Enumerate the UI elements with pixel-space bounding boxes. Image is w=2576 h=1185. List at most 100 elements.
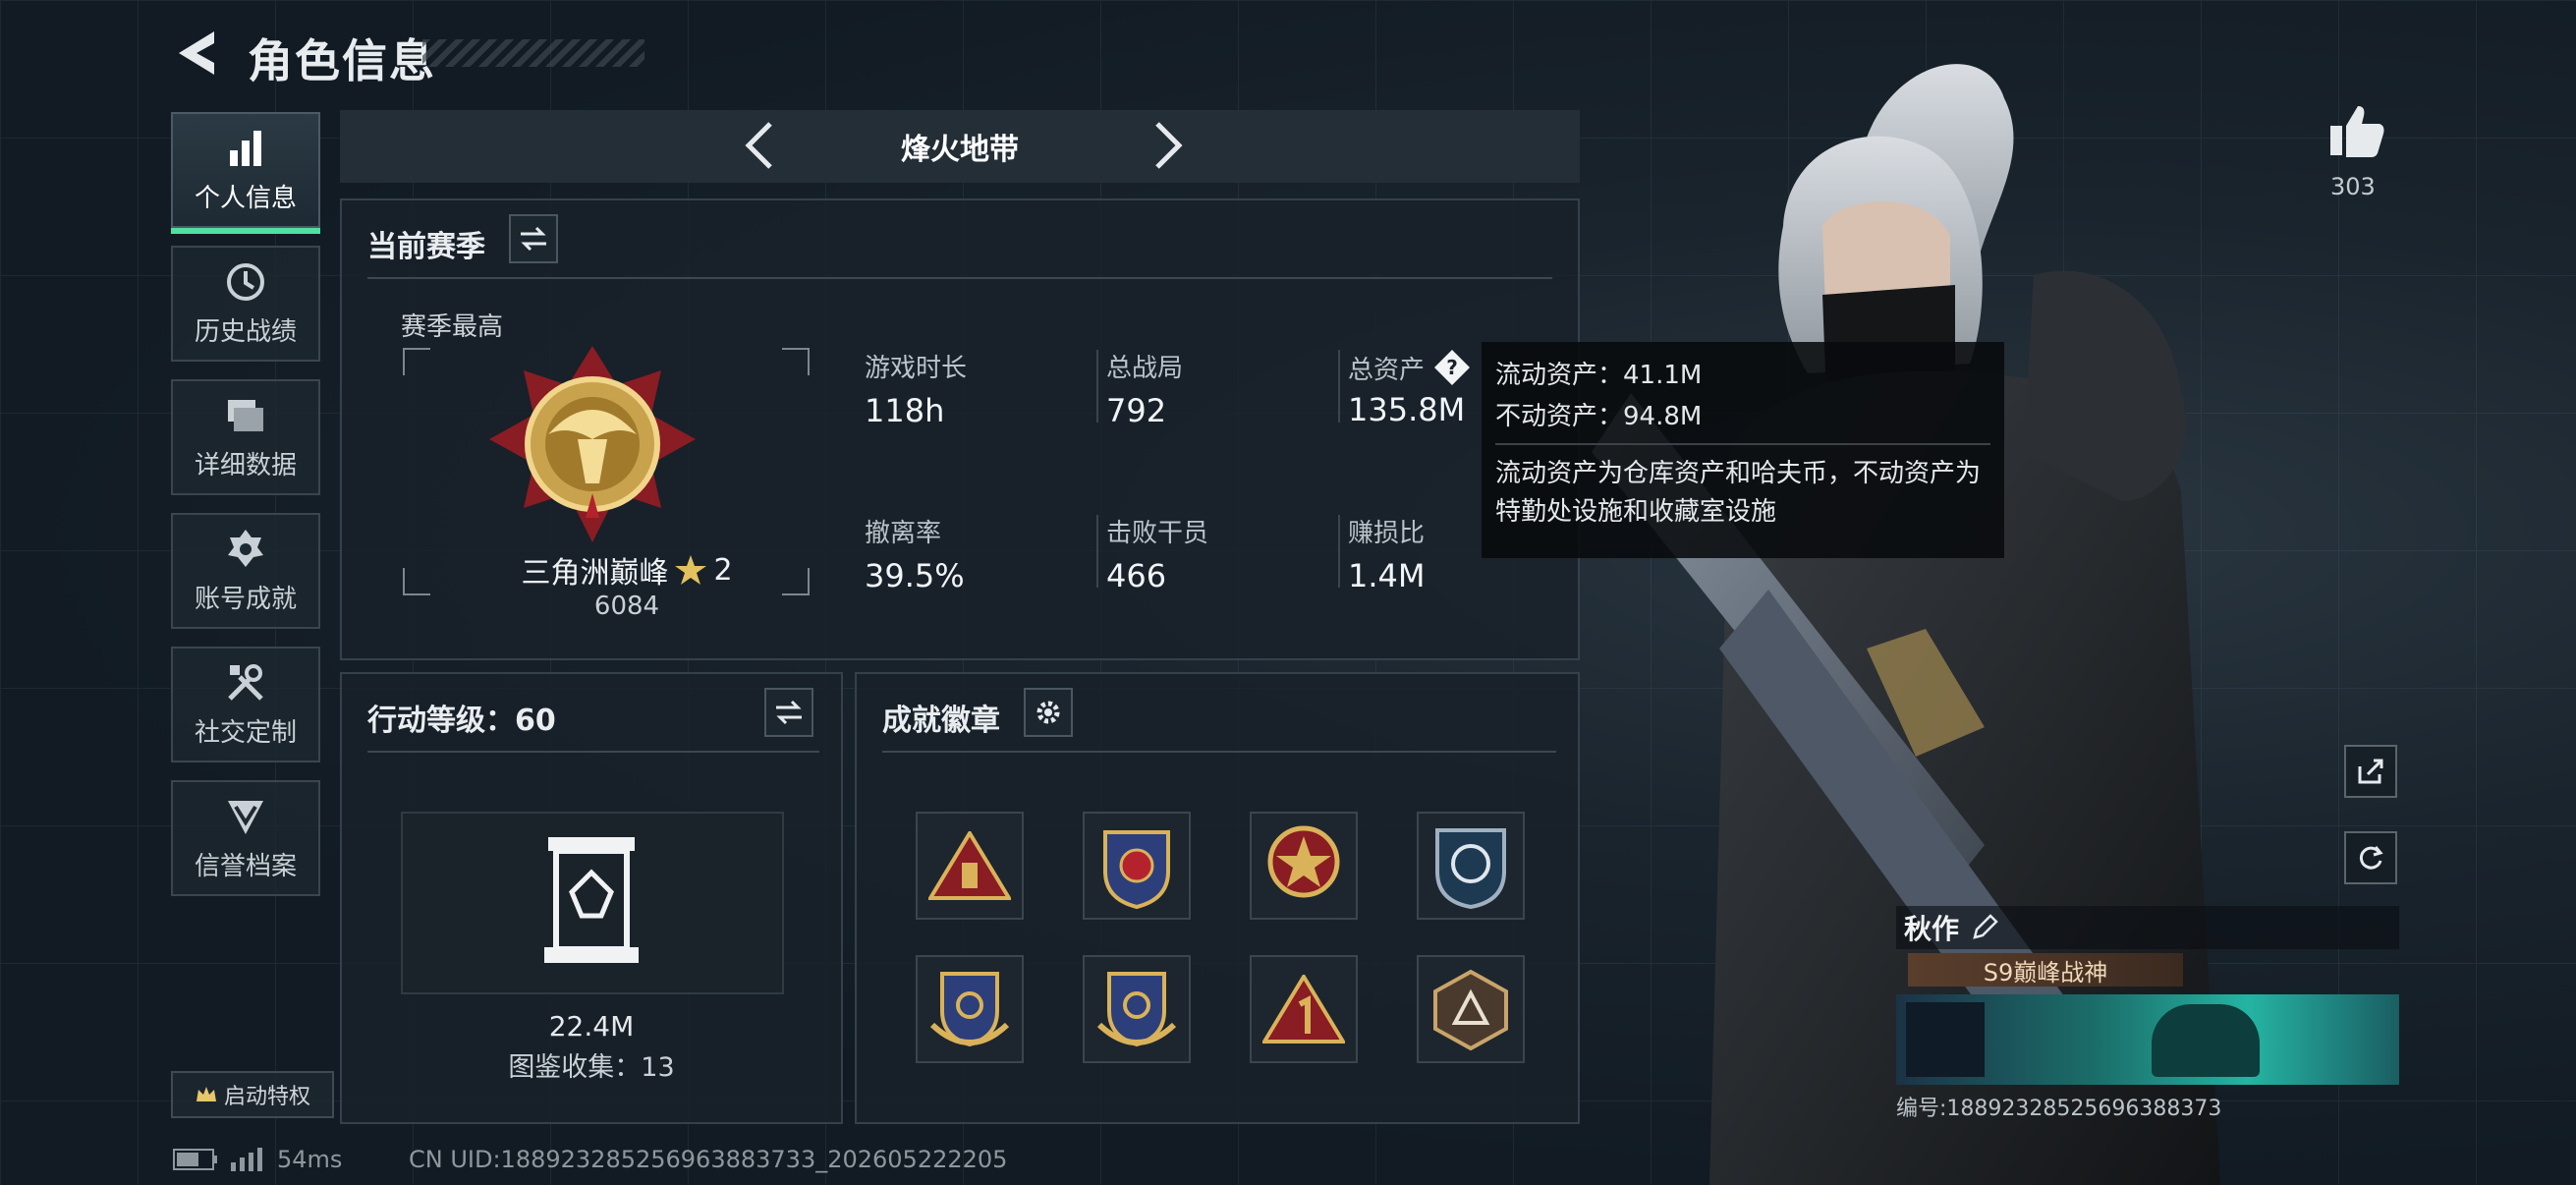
star-icon xyxy=(675,555,707,585)
stat-operators-defeated: 击败干员 466 xyxy=(1106,513,1208,594)
star-medal-icon xyxy=(1267,825,1340,898)
badge-slot[interactable] xyxy=(916,812,1024,920)
mode-prev-arrow-icon[interactable] xyxy=(735,118,790,173)
sidebar-item-label: 账号成就 xyxy=(194,584,297,614)
stat-profit-ratio: 赚损比 1.4M xyxy=(1348,513,1426,594)
mode-next-arrow-icon[interactable] xyxy=(1138,118,1193,173)
bar-chart-icon xyxy=(230,130,261,166)
svg-text:?: ? xyxy=(1446,356,1458,379)
rank-title-banner: S9巅峰战神 xyxy=(1908,953,2183,987)
level-panel: 行动等级：60 22.4M 图鉴收集：13 xyxy=(340,672,843,1124)
thumbs-up-icon[interactable] xyxy=(2328,102,2385,159)
divider xyxy=(367,751,819,753)
sidebar-item-credit[interactable]: 信誉档案 xyxy=(171,780,320,896)
gear-icon xyxy=(1036,701,1060,724)
season-best-label: 赛季最高 xyxy=(401,312,504,342)
badge-slot[interactable] xyxy=(1250,955,1358,1063)
frame-corner xyxy=(782,568,810,595)
badge-slot[interactable] xyxy=(916,955,1024,1063)
stat-value: 39.5% xyxy=(865,557,965,594)
title-decoration xyxy=(422,39,644,67)
tooltip-divider xyxy=(1495,443,1990,446)
badge-slot[interactable] xyxy=(1250,812,1358,920)
tooltip-description: 流动资产为仓库资产和哈夫币，不动资产为特勤处设施和收藏室设施 xyxy=(1495,459,1982,528)
rank-stars: 2 xyxy=(713,552,733,588)
player-id: 编号:18892328525696388373 xyxy=(1896,1097,2222,1121)
stat-extraction-rate: 撤离率 39.5% xyxy=(865,513,965,594)
wing-shield-badge-icon xyxy=(1096,972,1177,1047)
season-switch-button[interactable] xyxy=(509,214,558,263)
status-bar: 54ms xyxy=(173,1146,342,1173)
profile-banner-image xyxy=(1896,994,2399,1085)
frame-corner xyxy=(403,568,430,595)
badges-title: 成就徽章 xyxy=(882,704,1000,738)
stat-value: 1.4M xyxy=(1348,557,1426,594)
stack-icon xyxy=(228,399,263,431)
stat-separator xyxy=(1338,515,1340,588)
mode-selector: 烽火地带 xyxy=(340,110,1580,183)
sidebar-item-personal-info[interactable]: 个人信息 xyxy=(171,112,320,234)
divider xyxy=(882,751,1556,753)
mode-title: 烽火地带 xyxy=(901,133,1019,167)
eagle-shield-badge-icon xyxy=(1435,828,1506,909)
like-count: 303 xyxy=(2330,173,2376,200)
stat-label: 撤离率 xyxy=(865,519,942,548)
sidebar-item-label: 信誉档案 xyxy=(194,851,297,881)
badges-settings-button[interactable] xyxy=(1024,688,1073,737)
collection-case-icon xyxy=(544,837,639,963)
sidebar-item-achievements[interactable]: 账号成就 xyxy=(171,513,320,629)
privilege-button[interactable]: 启动特权 xyxy=(171,1071,334,1118)
badge-slot[interactable] xyxy=(1083,812,1191,920)
refresh-icon xyxy=(2359,846,2383,870)
frame-corner xyxy=(403,348,430,375)
wing-shield-badge-icon xyxy=(929,972,1010,1047)
swap-icon xyxy=(521,226,546,252)
stat-value: 135.8M xyxy=(1348,391,1466,428)
stat-label: 总战局 xyxy=(1106,354,1184,383)
badge-slot[interactable] xyxy=(1417,955,1525,1063)
refresh-button[interactable] xyxy=(2344,831,2397,884)
sidebar-item-social[interactable]: 社交定制 xyxy=(171,647,320,762)
stat-value: 466 xyxy=(1106,557,1167,594)
shield-chevron-icon xyxy=(228,800,263,834)
battery-icon xyxy=(173,1149,217,1170)
share-icon xyxy=(2358,759,2383,784)
collection-display[interactable] xyxy=(401,812,784,994)
rank-name-row: 三角洲巅峰 2 xyxy=(479,548,774,592)
season-title: 当前赛季 xyxy=(367,230,485,264)
number-one-badge-icon xyxy=(1262,975,1345,1044)
badges-panel: 成就徽章 xyxy=(855,672,1580,1124)
stat-play-time: 游戏时长 118h xyxy=(865,348,967,429)
assets-tooltip: 流动资产：41.1M 不动资产：94.8M 流动资产为仓库资产和哈夫币，不动资产… xyxy=(1482,342,2004,558)
sidebar-item-label: 历史战绩 xyxy=(194,316,297,347)
privilege-label: 启动特权 xyxy=(223,1085,310,1109)
signal-icon xyxy=(231,1148,262,1171)
medal-icon xyxy=(228,529,263,567)
badge-slot[interactable] xyxy=(1083,955,1191,1063)
banner-avatar xyxy=(1906,1002,1985,1077)
level-switch-button[interactable] xyxy=(764,688,813,737)
level-title: 行动等级：60 xyxy=(367,704,556,738)
sidebar-item-label: 个人信息 xyxy=(194,183,297,213)
collection-count: 图鉴收集：13 xyxy=(508,1052,675,1083)
sidebar-item-detailed-data[interactable]: 详细数据 xyxy=(171,379,320,495)
sidebar-item-history[interactable]: 历史战绩 xyxy=(171,246,320,362)
ping-value: 54ms xyxy=(277,1146,343,1173)
stat-total-assets: 总资产 ? 135.8M xyxy=(1348,348,1472,428)
share-button[interactable] xyxy=(2344,745,2397,798)
tooltip-fixed-assets: 不动资产：94.8M xyxy=(1495,401,1703,431)
help-icon[interactable]: ? xyxy=(1432,348,1472,387)
sidebar-item-label: 社交定制 xyxy=(194,717,297,748)
stat-total-matches: 总战局 792 xyxy=(1106,348,1183,429)
stat-value: 792 xyxy=(1106,392,1167,429)
profile-name-row: 秋作 xyxy=(1896,906,2399,949)
back-arrow-icon[interactable] xyxy=(173,28,222,79)
shield-badge-icon xyxy=(1103,830,1170,909)
badge-slot[interactable] xyxy=(1417,812,1525,920)
season-panel: 当前赛季 赛季最高 三角洲巅峰 2 6084 游戏时长 118h 总战局 792… xyxy=(340,198,1580,660)
player-name: 秋作 xyxy=(1904,913,1960,945)
sidebar-item-label: 详细数据 xyxy=(194,450,297,480)
edit-pencil-icon[interactable] xyxy=(1971,914,1998,941)
stat-label: 赚损比 xyxy=(1348,519,1426,548)
clock-icon xyxy=(227,262,264,301)
